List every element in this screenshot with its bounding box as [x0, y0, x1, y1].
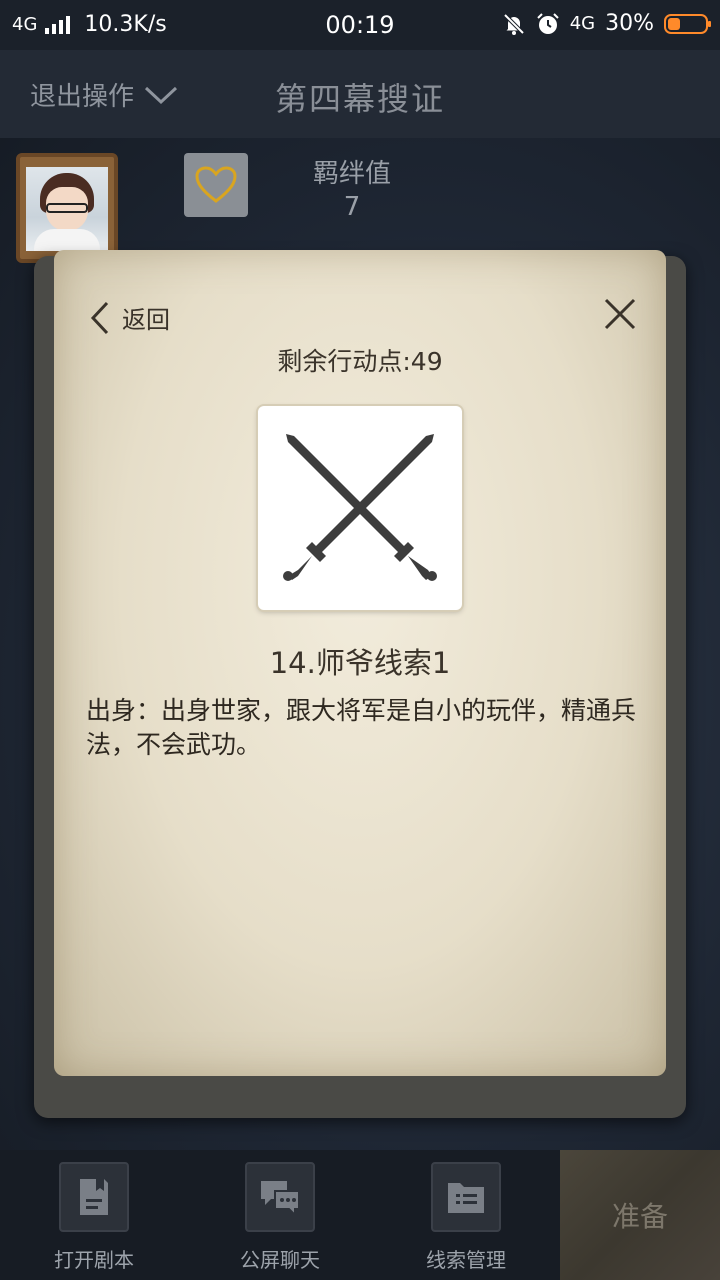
- bond-value: 7: [343, 192, 361, 222]
- nav-open-script[interactable]: 打开剧本: [24, 1162, 164, 1273]
- chat-icon: [245, 1162, 315, 1232]
- page-title: 第四幕搜证: [274, 80, 445, 118]
- back-label: 返回: [122, 306, 170, 334]
- player-avatar[interactable]: [16, 153, 118, 263]
- clue-title: 14.师爷线索1: [269, 646, 451, 680]
- bond-label: 羁绊值: [312, 159, 391, 189]
- chevron-left-icon: [90, 301, 109, 334]
- action-points: 剩余行动点:49: [277, 347, 443, 376]
- battery-icon: [664, 13, 711, 34]
- nav-open-script-label: 打开剧本: [54, 1248, 134, 1272]
- back-button[interactable]: 返回: [90, 300, 170, 335]
- crossed-swords-icon: [283, 434, 437, 581]
- heart-button[interactable]: [184, 153, 248, 217]
- network-type-right: 4G: [569, 13, 596, 34]
- alarm-icon: [536, 12, 559, 34]
- clue-list-icon: [431, 1162, 501, 1232]
- mute-bell-icon: [503, 13, 525, 35]
- nav-public-chat[interactable]: 公屏聊天: [210, 1162, 350, 1273]
- script-book-icon: [59, 1162, 129, 1232]
- nav-clue-manage[interactable]: 线索管理: [396, 1162, 536, 1273]
- battery-percent: 30%: [605, 11, 654, 36]
- ready-button[interactable]: 准备: [560, 1150, 720, 1280]
- clue-image: [258, 406, 462, 610]
- heart-icon: [195, 166, 237, 203]
- nav-public-chat-label: 公屏聊天: [240, 1248, 320, 1272]
- avatar-portrait: [26, 167, 108, 251]
- clue-dialog: 返回 剩余行动点:49 14.师爷线索1 出身：出身世家，跟大将军是自小的玩伴，…: [54, 250, 666, 1076]
- clue-description: 出身：出身世家，跟大将军是自小的玩伴，精通兵法，不会武功。: [86, 696, 637, 759]
- nav-clue-manage-label: 线索管理: [426, 1248, 506, 1272]
- close-icon[interactable]: [600, 294, 640, 334]
- status-bar: 4G 10.3K/s 00:19 4G 30%: [0, 0, 720, 50]
- header: 退出操作 第四幕搜证: [0, 50, 720, 138]
